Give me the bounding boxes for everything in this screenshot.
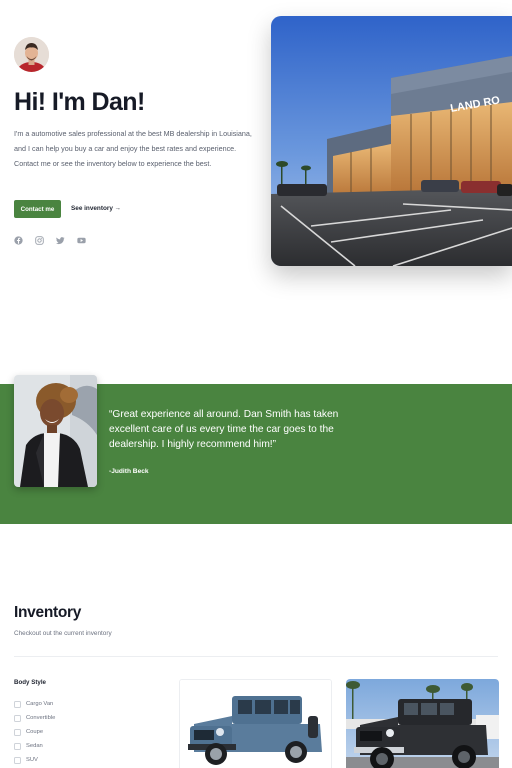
black-suv-image — [346, 679, 499, 768]
filter-option-suv[interactable]: SUV — [14, 753, 55, 767]
checkbox[interactable] — [14, 728, 21, 736]
divider — [14, 656, 498, 657]
youtube-icon[interactable] — [77, 232, 86, 244]
checkbox[interactable] — [14, 756, 21, 764]
checkbox[interactable] — [14, 742, 21, 750]
social-links — [14, 232, 86, 245]
filter-option-convertible[interactable]: Convertible — [14, 711, 55, 725]
checkbox[interactable] — [14, 714, 21, 722]
inventory-card[interactable] — [346, 679, 499, 768]
checkbox[interactable] — [14, 700, 21, 708]
blue-suv-image — [180, 680, 331, 768]
hero-description: I'm a automotive sales professional at t… — [14, 129, 252, 168]
see-inventory-link[interactable]: See inventory → — [71, 205, 121, 212]
filter-option-sedan[interactable]: Sedan — [14, 739, 55, 753]
page-title: Hi! I'm Dan! — [14, 88, 145, 116]
testimonial-quote: “Great experience all around. Dan Smith … — [109, 409, 339, 450]
inventory-card[interactable] — [179, 679, 332, 768]
filter-option-cargo-van[interactable]: Cargo Van — [14, 697, 55, 711]
inventory-title: Inventory — [14, 604, 82, 621]
filter-option-coupe[interactable]: Coupe — [14, 725, 55, 739]
instagram-icon[interactable] — [35, 232, 44, 245]
body-style-filter-title: Body Style — [14, 679, 46, 686]
twitter-icon[interactable] — [56, 232, 65, 245]
customer-photo — [14, 375, 97, 487]
dealership-photo: LAND RO — [271, 16, 512, 266]
body-style-filter-list: Cargo Van Convertible Coupe Sedan SUV — [14, 697, 55, 767]
avatar — [14, 37, 49, 72]
testimonial-author: -Judith Beck — [109, 468, 149, 475]
inventory-subtitle: Checkout out the current inventory — [14, 630, 112, 637]
facebook-icon[interactable] — [14, 232, 23, 245]
contact-me-button[interactable]: Contact me — [14, 200, 61, 218]
